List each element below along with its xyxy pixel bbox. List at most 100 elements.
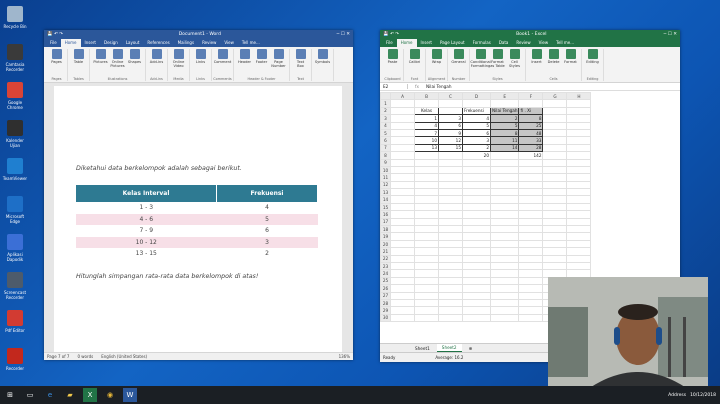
sheet-cell[interactable] bbox=[414, 239, 439, 249]
ribbon-tab[interactable]: Home bbox=[396, 39, 417, 47]
sheet-cell[interactable]: 12 bbox=[438, 136, 463, 145]
ribbon-tab[interactable]: References bbox=[143, 39, 173, 47]
sheet-tab[interactable]: Sheet1 bbox=[410, 345, 435, 352]
sheet-cell[interactable] bbox=[462, 261, 491, 271]
sheet-cell[interactable] bbox=[518, 306, 544, 315]
ribbon-button[interactable]: Insert bbox=[529, 49, 544, 64]
sheet-cell[interactable] bbox=[489, 254, 520, 264]
sheet-cell[interactable] bbox=[518, 225, 544, 234]
sheet-cell[interactable] bbox=[390, 151, 415, 160]
sheet-cell[interactable] bbox=[462, 210, 491, 219]
sheet-cell[interactable] bbox=[566, 247, 592, 256]
row-header[interactable]: 28 bbox=[380, 298, 391, 308]
zoom-level[interactable]: 136% bbox=[339, 354, 350, 359]
ribbon-tab[interactable]: Layout bbox=[122, 39, 144, 47]
sheet-cell[interactable] bbox=[518, 210, 544, 219]
sheet-cell[interactable] bbox=[566, 106, 592, 116]
sheet-cell[interactable] bbox=[518, 165, 544, 175]
sheet-cell[interactable] bbox=[566, 143, 592, 153]
word-taskbar-icon[interactable]: W bbox=[123, 388, 137, 402]
ribbon-button[interactable]: General bbox=[451, 49, 466, 64]
sheet-cell[interactable] bbox=[390, 180, 415, 190]
sheet-cell[interactable] bbox=[489, 151, 520, 160]
sheet-cell[interactable] bbox=[438, 232, 463, 241]
sheet-cell[interactable] bbox=[542, 180, 568, 190]
sheet-cell[interactable] bbox=[518, 232, 544, 241]
ribbon-button[interactable]: Page Number bbox=[271, 49, 286, 68]
sheet-cell[interactable] bbox=[462, 225, 491, 234]
sheet-cell[interactable]: 7 bbox=[414, 128, 439, 138]
sheet-cell[interactable] bbox=[518, 291, 544, 300]
sheet-cell[interactable] bbox=[542, 202, 568, 212]
ribbon-button[interactable]: Header bbox=[237, 49, 252, 64]
sheet-cell[interactable] bbox=[438, 202, 463, 212]
file-explorer-icon[interactable]: ▰ bbox=[63, 388, 77, 402]
sheet-cell[interactable]: 2 bbox=[462, 143, 491, 153]
ribbon-tab[interactable]: View bbox=[220, 39, 238, 47]
sheet-cell[interactable] bbox=[438, 99, 463, 108]
sheet-cell[interactable] bbox=[438, 106, 463, 116]
row-header[interactable]: 1 bbox=[380, 99, 391, 108]
ribbon-button[interactable]: Add-ins bbox=[149, 49, 164, 64]
column-header[interactable]: E bbox=[489, 91, 520, 101]
sheet-cell[interactable] bbox=[438, 269, 463, 278]
sheet-cell[interactable] bbox=[518, 158, 544, 167]
desktop-icon[interactable]: Aplikasi Dapodik bbox=[2, 234, 28, 272]
ribbon-button[interactable]: Text Box bbox=[293, 49, 308, 68]
sheet-cell[interactable] bbox=[438, 306, 463, 315]
sheet-cell[interactable] bbox=[518, 284, 544, 293]
name-box[interactable]: E2 bbox=[380, 84, 408, 89]
sheet-cell[interactable] bbox=[518, 195, 544, 204]
sheet-cell[interactable]: 8 bbox=[518, 114, 544, 123]
sheet-cell[interactable] bbox=[566, 217, 592, 227]
sheet-cell[interactable] bbox=[489, 195, 520, 204]
sheet-cell[interactable] bbox=[390, 165, 415, 175]
sheet-cell[interactable] bbox=[390, 276, 415, 286]
sheet-cell[interactable] bbox=[462, 269, 491, 278]
sheet-cell[interactable] bbox=[566, 254, 592, 264]
sheet-cell[interactable] bbox=[414, 165, 439, 175]
sheet-cell[interactable]: 20 bbox=[462, 151, 491, 160]
sheet-cell[interactable] bbox=[542, 239, 568, 249]
sheet-cell[interactable] bbox=[566, 232, 592, 241]
ribbon-tab[interactable]: Design bbox=[100, 39, 122, 47]
sheet-cell[interactable] bbox=[566, 121, 592, 130]
row-header[interactable]: 18 bbox=[380, 225, 391, 234]
sheet-cell[interactable] bbox=[489, 313, 520, 323]
sheet-cell[interactable] bbox=[566, 165, 592, 175]
sheet-cell[interactable] bbox=[462, 254, 491, 264]
ribbon-tab[interactable]: Review bbox=[198, 39, 220, 47]
ribbon-button[interactable]: Wrap bbox=[429, 49, 444, 64]
ribbon-button[interactable]: Format bbox=[563, 49, 578, 64]
sheet-cell[interactable] bbox=[518, 269, 544, 278]
quick-access-icons[interactable]: 💾 ↶ ↷ bbox=[47, 32, 63, 37]
sheet-cell[interactable]: 6 bbox=[438, 121, 463, 130]
row-header[interactable]: 12 bbox=[380, 180, 391, 190]
sheet-cell[interactable] bbox=[518, 254, 544, 264]
ribbon-button[interactable]: Links bbox=[193, 49, 208, 64]
sheet-cell[interactable] bbox=[518, 298, 544, 308]
sheet-cell[interactable] bbox=[438, 151, 463, 160]
row-header[interactable]: 13 bbox=[380, 188, 391, 197]
sheet-cell[interactable] bbox=[438, 188, 463, 197]
ribbon-tab[interactable]: View bbox=[535, 39, 553, 47]
sheet-cell[interactable] bbox=[566, 195, 592, 204]
row-header[interactable]: 24 bbox=[380, 269, 391, 278]
row-header[interactable]: 7 bbox=[380, 143, 391, 153]
sheet-cell[interactable] bbox=[566, 225, 592, 234]
sheet-cell[interactable] bbox=[542, 195, 568, 204]
sheet-cell[interactable] bbox=[518, 276, 544, 286]
sheet-cell[interactable] bbox=[542, 232, 568, 241]
sheet-cell[interactable] bbox=[462, 239, 491, 249]
sheet-cell[interactable]: 48 bbox=[518, 128, 544, 138]
sheet-cell[interactable] bbox=[518, 247, 544, 256]
sheet-cell[interactable] bbox=[462, 284, 491, 293]
sheet-cell[interactable] bbox=[438, 261, 463, 271]
document-page[interactable]: Diketahui data berkelompok adalah sebaga… bbox=[54, 86, 342, 352]
sheet-cell[interactable] bbox=[438, 210, 463, 219]
sheet-cell[interactable] bbox=[462, 313, 491, 323]
ribbon-button[interactable]: Pictures bbox=[93, 49, 108, 64]
sheet-cell[interactable] bbox=[518, 99, 544, 108]
sheet-cell[interactable]: 25 bbox=[518, 121, 544, 130]
sheet-cell[interactable] bbox=[462, 298, 491, 308]
